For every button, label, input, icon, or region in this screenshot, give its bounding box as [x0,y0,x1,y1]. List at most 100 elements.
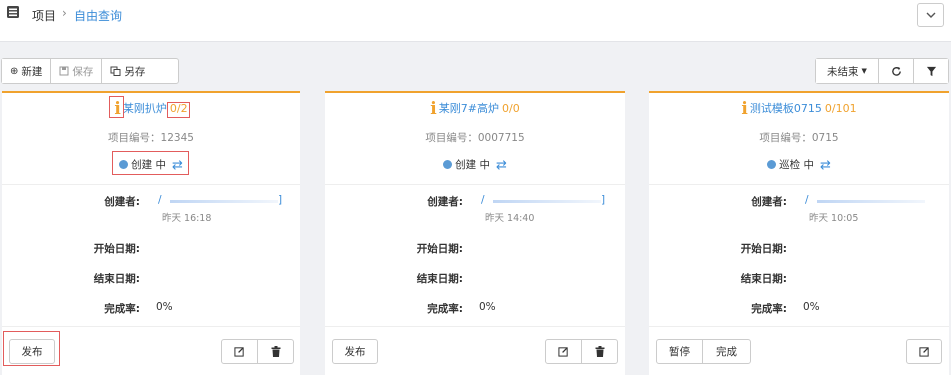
created-time: 昨天 10:05 [809,213,859,224]
edit-icon [918,347,929,357]
action-toolbar: ⊕ 新建 保存 另存 [1,58,179,84]
publish-button[interactable]: 发布 [332,339,378,364]
complete-button[interactable]: 完成 [703,340,750,363]
card-divider [649,184,949,185]
creator-name-end: ] [601,194,606,206]
end-date-label: 结束日期: [93,273,140,285]
creator-name: / [158,194,162,206]
filter-icon [926,66,936,76]
card-divider [325,184,625,185]
highlight-box-progress [167,102,190,118]
card-project-code: 项目编号：0715 [759,132,839,144]
edit-icon [234,347,244,357]
completion-value: 0% [156,301,173,313]
copy-icon [110,66,121,76]
refresh-icon [891,66,901,76]
sync-icon[interactable]: ⇄ [820,158,831,173]
end-date-label: 结束日期: [740,273,787,285]
chevron-down-icon [926,12,935,18]
highlight-box-publish [3,331,60,366]
status-filter-value: 未结束 [827,65,859,78]
creator-label: 创建者: [427,196,463,208]
creator-name-redacted [817,200,925,203]
highlight-box-status [112,151,189,175]
delete-button[interactable] [582,340,617,363]
card-title[interactable]: 测试模板0715 [750,102,822,115]
card-project-code: 项目编号：12345 [108,132,194,144]
status-text: 创建 中 [455,159,490,171]
pause-button[interactable]: 暂停 [657,340,703,363]
card-title-line: i 某刚7#高炉 0/0 [325,99,625,119]
status-filter-select[interactable]: 未结束 ▼ [816,59,879,83]
start-date-label: 开始日期: [740,243,787,255]
status-dot-icon [443,160,453,169]
plus-circle-icon: ⊕ [10,65,19,77]
edit-button[interactable] [546,340,582,363]
card-divider [2,184,300,185]
edit-button[interactable] [906,339,942,364]
card-project-code: 项目编号：0007715 [425,132,525,144]
card-state-group: 暂停 完成 [656,339,751,364]
project-card[interactable]: i 某刚7#高炉 0/0 项目编号：0007715 创建 中 ⇄ 创建者: / ] 昨… [325,91,625,375]
card-status: 巡检 中 ⇄ [649,157,949,173]
end-date-label: 结束日期: [416,273,463,285]
card-progress: 0/101 [824,102,857,115]
card-title[interactable]: 某刚扒炉 [123,102,167,115]
creator-name-end: ] [278,194,283,206]
completion-value: 0% [803,301,820,313]
start-date-label: 开始日期: [93,243,140,255]
completion-label: 完成率: [427,303,463,315]
card-title-line: i 某刚扒炉 0/2 [2,100,300,118]
trash-icon [595,346,604,357]
new-button[interactable]: ⊕ 新建 [2,59,52,83]
database-icon [7,6,19,18]
save-as-button-label: 另存 [124,65,146,78]
info-icon: i [741,99,748,119]
creator-label: 创建者: [751,196,787,208]
sync-icon[interactable]: ⇄ [496,158,507,173]
edit-button[interactable] [222,340,258,363]
creator-name-redacted [170,200,278,203]
created-time: 昨天 14:40 [485,213,535,224]
new-button-label: 新建 [21,65,43,78]
caret-down-icon: ▼ [861,67,867,75]
card-title-line: i 测试模板0715 0/101 [649,99,949,119]
edit-icon [558,347,568,357]
highlight-box-info [109,96,124,118]
save-button-label: 保存 [72,65,94,78]
card-footer-divider [649,326,949,327]
filter-button[interactable] [914,59,948,83]
card-status: 创建 中 ⇄ [325,157,625,173]
page-header: 项目 › 自由查询 [0,0,951,42]
breadcrumb-current[interactable]: 自由查询 [74,7,122,24]
trash-icon [271,346,280,357]
save-as-button[interactable]: 另存 [102,59,154,83]
breadcrumb-root[interactable]: 项目 [32,7,56,24]
card-action-group [545,339,618,364]
completion-label: 完成率: [751,303,787,315]
creator-name-redacted [493,200,601,203]
delete-button[interactable] [258,340,293,363]
header-dropdown-button[interactable] [917,3,944,27]
card-action-group [221,339,294,364]
creator-label: 创建者: [104,196,140,208]
card-progress: 0/0 [501,102,520,115]
status-text: 巡检 中 [779,159,814,171]
filter-toolbar: 未结束 ▼ [815,58,949,84]
save-button[interactable]: 保存 [51,59,103,83]
start-date-label: 开始日期: [416,243,463,255]
created-time: 昨天 16:18 [162,213,212,224]
info-icon: i [430,99,437,119]
card-footer-divider [325,326,625,327]
creator-name: / [481,194,485,206]
breadcrumb-separator: › [62,6,67,20]
project-card[interactable]: i 测试模板0715 0/101 项目编号：0715 巡检 中 ⇄ 创建者: / 昨天… [649,91,949,375]
completion-value: 0% [479,301,496,313]
card-footer-divider [2,326,300,327]
completion-label: 完成率: [104,303,140,315]
card-title[interactable]: 某刚7#高炉 [439,102,499,115]
creator-name: / [805,194,809,206]
refresh-button[interactable] [879,59,914,83]
save-icon [59,66,69,76]
status-dot-icon [767,160,777,169]
